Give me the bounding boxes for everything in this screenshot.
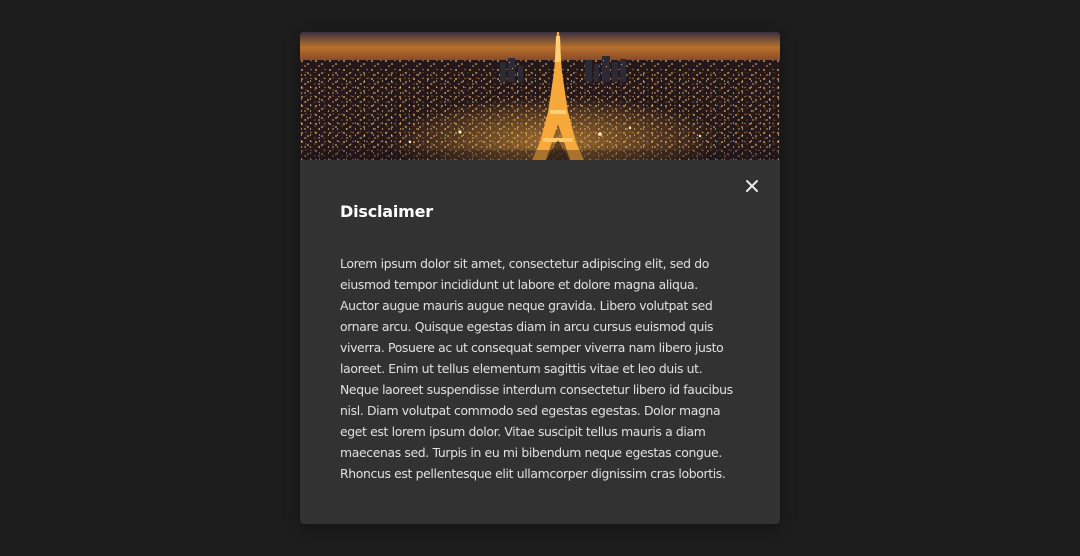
- hero-image: [300, 32, 780, 160]
- disclaimer-dialog: Disclaimer Lorem ipsum dolor sit amet, c…: [300, 32, 780, 524]
- dialog-body-text: Lorem ipsum dolor sit amet, consectetur …: [340, 256, 733, 481]
- close-button[interactable]: [740, 174, 764, 198]
- dialog-title: Disclaimer: [340, 202, 433, 221]
- close-icon: [746, 180, 758, 192]
- dialog-content: Disclaimer Lorem ipsum dolor sit amet, c…: [340, 200, 740, 484]
